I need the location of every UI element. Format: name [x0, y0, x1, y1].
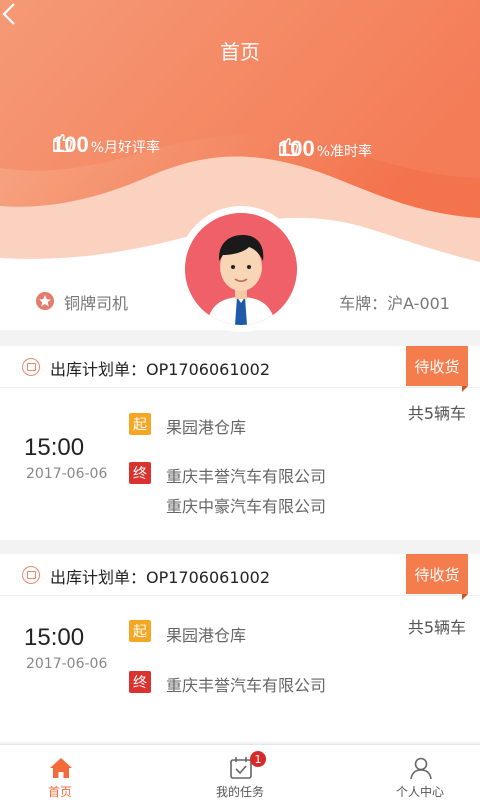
pickup-time: 15:00 [24, 434, 85, 461]
end-location: 重庆丰誉汽车有限公司 [166, 467, 327, 486]
driver-avatar-icon [185, 213, 297, 325]
plan-number: 出库计划单：OP1706061002 [50, 360, 271, 379]
pickup-date: 2017-06-06 [26, 656, 108, 672]
plan-number: 出库计划单：OP1706061002 [50, 568, 271, 587]
driver-level: 铜牌司机 [64, 294, 129, 313]
end-tag-icon: 终 [129, 462, 151, 484]
thumbs-up-icon [53, 134, 73, 152]
home-icon [50, 758, 72, 778]
rating-stat: 100 %月好评率 [52, 132, 160, 158]
avatar[interactable] [185, 213, 297, 325]
rating-unit: %月好评率 [90, 140, 161, 156]
tab-profile-label: 个人中心 [395, 785, 444, 799]
order-card-header: 出库计划单：OP1706061002 待收货 [0, 346, 480, 392]
end-location: 重庆丰誉汽车有限公司 [166, 676, 327, 695]
tab-home-label: 首页 [47, 785, 72, 799]
document-icon [22, 566, 40, 584]
tab-tasks[interactable]: 1 我的任务 [180, 745, 300, 800]
end-location: 重庆中豪汽车有限公司 [166, 497, 327, 516]
license-plate: 车牌：沪A-001 [339, 294, 450, 313]
start-location: 果园港仓库 [166, 418, 247, 437]
back-icon[interactable] [0, 0, 20, 28]
person-icon [410, 757, 432, 780]
vehicle-count: 共5辆车 [407, 618, 466, 637]
medal-icon [36, 292, 54, 310]
end-tag-icon: 终 [129, 671, 151, 693]
start-tag-icon: 起 [129, 620, 151, 642]
order-card[interactable]: 出库计划单：OP1706061002 待收货 共5辆车 15:00 2017-0… [0, 554, 480, 742]
vehicle-count: 共5辆车 [407, 404, 466, 423]
tab-tasks-label: 我的任务 [215, 785, 264, 799]
order-card[interactable]: 出库计划单：OP1706061002 待收货 共5辆车 15:00 2017-0… [0, 346, 480, 540]
page-title: 首页 [220, 40, 260, 64]
start-tag-icon: 起 [129, 413, 151, 435]
pickup-time: 15:00 [24, 624, 85, 651]
thumbs-up-icon [279, 138, 299, 156]
document-icon [22, 358, 40, 376]
task-count-badge: 1 [250, 751, 266, 767]
start-location: 果园港仓库 [166, 626, 247, 645]
order-card-header: 出库计划单：OP1706061002 待收货 [0, 554, 480, 600]
ontime-unit: %准时率 [316, 144, 373, 160]
tab-profile[interactable]: 个人中心 [360, 745, 480, 800]
tab-home[interactable]: 首页 [0, 745, 120, 800]
pickup-date: 2017-06-06 [26, 466, 108, 482]
tab-bar: 首页 1 我的任务 个人中心 [0, 744, 480, 800]
status-badge: 待收货 [406, 346, 468, 392]
status-badge: 待收货 [406, 554, 468, 600]
ontime-stat: 100 %准时率 [278, 136, 372, 162]
